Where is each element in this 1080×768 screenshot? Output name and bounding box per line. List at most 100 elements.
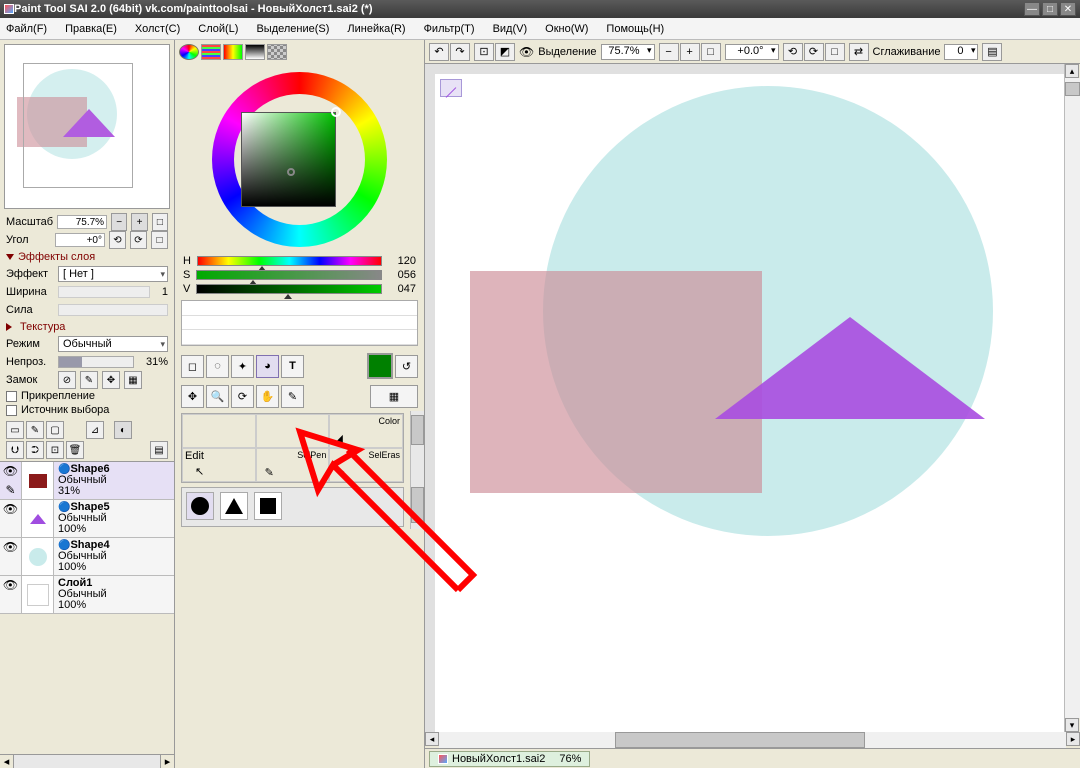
- flip-horizontal-button[interactable]: ⇄: [849, 43, 869, 61]
- rotate-ccw-button[interactable]: ⟲: [109, 231, 126, 249]
- maximize-button[interactable]: □: [1042, 2, 1058, 16]
- rotate-ccw-canvas-button[interactable]: ⟲: [783, 43, 803, 61]
- zoom-reset-button[interactable]: □: [152, 213, 168, 231]
- scroll-left-button[interactable]: ◂: [425, 732, 439, 746]
- hue-slider[interactable]: [197, 256, 382, 266]
- lock-pixels-button[interactable]: ✎: [80, 371, 98, 389]
- new-layer-button[interactable]: ▭: [6, 421, 24, 439]
- new-folder-button[interactable]: ▢: [46, 421, 64, 439]
- effect-dropdown[interactable]: [ Нет ]: [58, 266, 168, 282]
- blend-mode-dropdown[interactable]: Обычный: [58, 336, 168, 352]
- menu-help[interactable]: Помощь(H): [606, 23, 664, 35]
- angle-input[interactable]: [55, 233, 105, 247]
- hand-tool[interactable]: ✋: [256, 385, 279, 408]
- eyedropper-tool[interactable]: ✎: [281, 385, 304, 408]
- smoothing-settings-button[interactable]: ▤: [982, 43, 1002, 61]
- shape-tool[interactable]: ◕: [256, 355, 279, 378]
- canvas-zoom-dropdown[interactable]: 75.7%: [601, 44, 655, 60]
- redo-button[interactable]: ↷: [450, 43, 470, 61]
- preset-blank[interactable]: [182, 414, 256, 448]
- color-wheel-mode-button[interactable]: [179, 44, 199, 60]
- clear-layer-button[interactable]: ⊡: [46, 441, 64, 459]
- menu-canvas[interactable]: Холст(C): [135, 23, 180, 35]
- visibility-icon[interactable]: 👁: [0, 576, 21, 595]
- menu-view[interactable]: Вид(V): [493, 23, 528, 35]
- rotate-cw-canvas-button[interactable]: ⟳: [804, 43, 824, 61]
- presets-scrollbar[interactable]: [410, 411, 424, 485]
- scale-input[interactable]: [57, 215, 107, 229]
- show-selection-icon[interactable]: 👁: [519, 45, 534, 59]
- transparent-swatch[interactable]: ▦: [370, 385, 418, 408]
- zoom-tool[interactable]: 🔍: [206, 385, 229, 408]
- zoom-in-canvas-button[interactable]: +: [680, 43, 700, 61]
- magic-wand-tool[interactable]: ✦: [231, 355, 254, 378]
- move-tool[interactable]: ✥: [181, 385, 204, 408]
- visibility-icon[interactable]: 👁: [0, 462, 21, 481]
- zoom-out-canvas-button[interactable]: −: [659, 43, 679, 61]
- opacity-slider[interactable]: [58, 356, 134, 368]
- shape-triangle-preset[interactable]: [220, 492, 248, 520]
- line-tool-icon[interactable]: [440, 79, 462, 97]
- zoom-fit-button[interactable]: □: [701, 43, 721, 61]
- lasso-tool[interactable]: ◌: [206, 355, 229, 378]
- rotate-reset-canvas-button[interactable]: □: [825, 43, 845, 61]
- menu-ruler[interactable]: Линейка(R): [347, 23, 405, 35]
- palette-grid-mode-button[interactable]: [267, 44, 287, 60]
- gray-slider-mode-button[interactable]: [245, 44, 265, 60]
- canvas[interactable]: [435, 74, 1064, 732]
- invert-selection-button[interactable]: ◩: [495, 43, 515, 61]
- scroll-right-button[interactable]: ▸: [160, 755, 174, 768]
- preset-edit[interactable]: Edit↖: [182, 448, 256, 482]
- left-scrollbar-track[interactable]: [14, 755, 160, 768]
- sat-slider[interactable]: [196, 270, 382, 280]
- canvas-angle-dropdown[interactable]: +0.0°: [725, 44, 779, 60]
- deselect-button[interactable]: ⊡: [474, 43, 494, 61]
- swap-colors-button[interactable]: ↺: [395, 355, 418, 378]
- rotate-view-tool[interactable]: ⟳: [231, 385, 254, 408]
- rect-select-tool[interactable]: ◻: [181, 355, 204, 378]
- color-wheel[interactable]: [175, 64, 424, 254]
- rgb-slider-mode-button[interactable]: [201, 44, 221, 60]
- layer-item-sloi1[interactable]: 👁 Слой1Обычный100%: [0, 576, 174, 614]
- menu-edit[interactable]: Правка(E): [65, 23, 117, 35]
- texture-header[interactable]: Текстура: [0, 319, 174, 335]
- close-button[interactable]: ✕: [1060, 2, 1076, 16]
- scroll-right-button[interactable]: ▸: [1066, 732, 1080, 746]
- lock-none-button[interactable]: ⊘: [58, 371, 76, 389]
- menu-window[interactable]: Окно(W): [545, 23, 588, 35]
- pin-checkbox[interactable]: [6, 391, 17, 402]
- lock-all-button[interactable]: ▦: [124, 371, 142, 389]
- rotate-reset-button[interactable]: □: [151, 231, 168, 249]
- preset-color[interactable]: Color◢: [329, 414, 403, 448]
- scratchpad[interactable]: [181, 300, 418, 346]
- navigator-preview[interactable]: [4, 44, 170, 209]
- layer-effects-header[interactable]: Эффекты слоя: [0, 249, 174, 265]
- hsv-slider-mode-button[interactable]: [223, 44, 243, 60]
- val-slider[interactable]: [196, 284, 382, 294]
- menu-selection[interactable]: Выделение(S): [256, 23, 329, 35]
- transform-button[interactable]: ⊿: [86, 421, 104, 439]
- merge-down-button[interactable]: ⮋: [6, 441, 24, 459]
- menu-filter[interactable]: Фильтр(T): [424, 23, 475, 35]
- zoom-out-button[interactable]: −: [111, 213, 127, 231]
- undo-button[interactable]: ↶: [429, 43, 449, 61]
- shape-circle-preset[interactable]: [186, 492, 214, 520]
- visibility-icon[interactable]: 👁: [0, 500, 21, 519]
- menu-file[interactable]: Файл(F): [6, 23, 47, 35]
- smoothing-dropdown[interactable]: 0: [944, 44, 978, 60]
- document-tab[interactable]: НовыйХолст1.sai2 76%: [429, 751, 590, 767]
- layer-item-shape6[interactable]: 👁✎ 🔵Shape6Обычный31%: [0, 462, 174, 500]
- shape-square-preset[interactable]: [254, 492, 282, 520]
- merge-visible-button[interactable]: ⮊: [26, 441, 44, 459]
- canvas-vertical-scrollbar[interactable]: ▴ ▾: [1064, 64, 1080, 732]
- delete-layer-button[interactable]: 🗑: [66, 441, 84, 459]
- text-tool[interactable]: T: [281, 355, 304, 378]
- foreground-color-swatch[interactable]: [367, 353, 393, 379]
- preset-seleras[interactable]: SelEras◌: [329, 448, 403, 482]
- selection-source-checkbox[interactable]: [6, 405, 17, 416]
- preset-selpen[interactable]: SelPen✎: [256, 448, 330, 482]
- preset-blank[interactable]: [256, 414, 330, 448]
- shapes-scrollbar[interactable]: [410, 485, 424, 529]
- new-linework-button[interactable]: ✎: [26, 421, 44, 439]
- layer-options-button[interactable]: ▤: [150, 441, 168, 459]
